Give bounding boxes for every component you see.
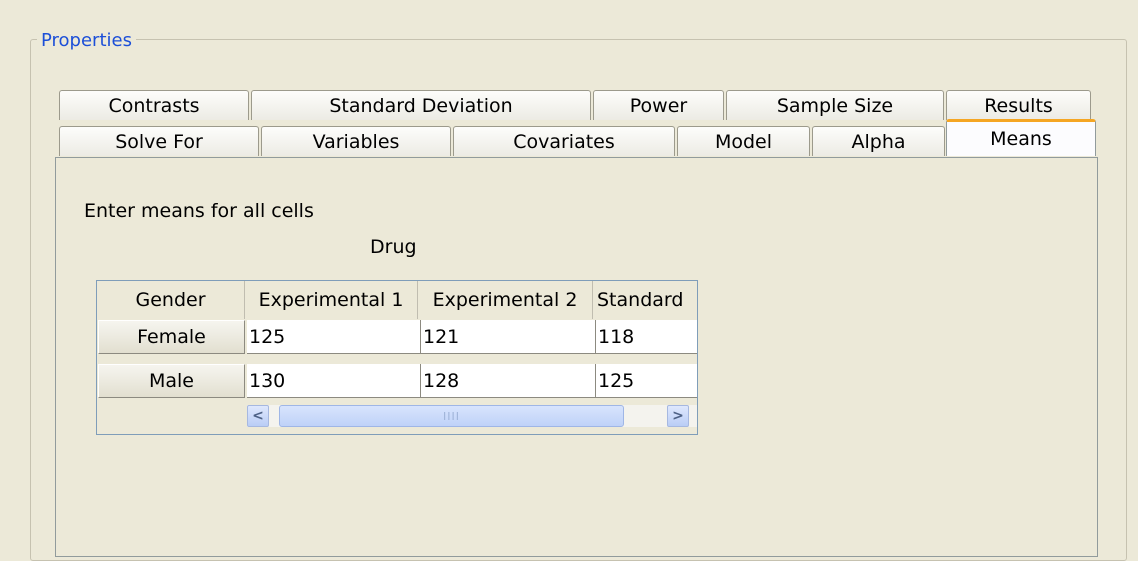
cell-female-experimental-1[interactable]: 125 xyxy=(247,320,421,354)
column-header-standard[interactable]: Standard xyxy=(593,281,697,319)
tab-sample-size[interactable]: Sample Size xyxy=(726,90,944,120)
cell-female-experimental-2[interactable]: 121 xyxy=(421,320,596,354)
column-header-experimental-2[interactable]: Experimental 2 xyxy=(418,281,593,319)
tab-power[interactable]: Power xyxy=(593,90,724,120)
scroll-right-button[interactable]: > xyxy=(667,405,689,427)
cell-female-standard[interactable]: 118 xyxy=(596,320,697,354)
means-table: Gender Experimental 1 Experimental 2 Sta… xyxy=(96,280,698,435)
cell-male-standard[interactable]: 125 xyxy=(596,364,697,398)
cell-male-experimental-2[interactable]: 128 xyxy=(421,364,596,398)
tab-results[interactable]: Results xyxy=(946,90,1091,120)
scroll-thumb[interactable]: IIII xyxy=(279,405,624,427)
row-header-male[interactable]: Male xyxy=(98,364,245,398)
tab-alpha[interactable]: Alpha xyxy=(812,126,945,156)
horizontal-scrollbar[interactable]: < IIII > xyxy=(247,405,697,427)
tab-solve-for[interactable]: Solve For xyxy=(59,126,259,156)
tab-variables[interactable]: Variables xyxy=(261,126,451,156)
cell-male-experimental-1[interactable]: 130 xyxy=(247,364,421,398)
instruction-text: Enter means for all cells xyxy=(84,200,314,222)
column-header-gender[interactable]: Gender xyxy=(97,281,245,319)
tab-covariates[interactable]: Covariates xyxy=(453,126,675,156)
tab-standard-deviation[interactable]: Standard Deviation xyxy=(251,90,591,120)
tab-contrasts[interactable]: Contrasts xyxy=(59,90,249,120)
column-header-experimental-1[interactable]: Experimental 1 xyxy=(245,281,418,319)
tab-model[interactable]: Model xyxy=(677,126,810,156)
tab-means[interactable]: Means xyxy=(946,119,1096,156)
group-title: Properties xyxy=(37,30,136,51)
factor-label: Drug xyxy=(370,236,417,258)
row-header-female[interactable]: Female xyxy=(98,320,245,354)
scroll-left-button[interactable]: < xyxy=(247,405,269,427)
